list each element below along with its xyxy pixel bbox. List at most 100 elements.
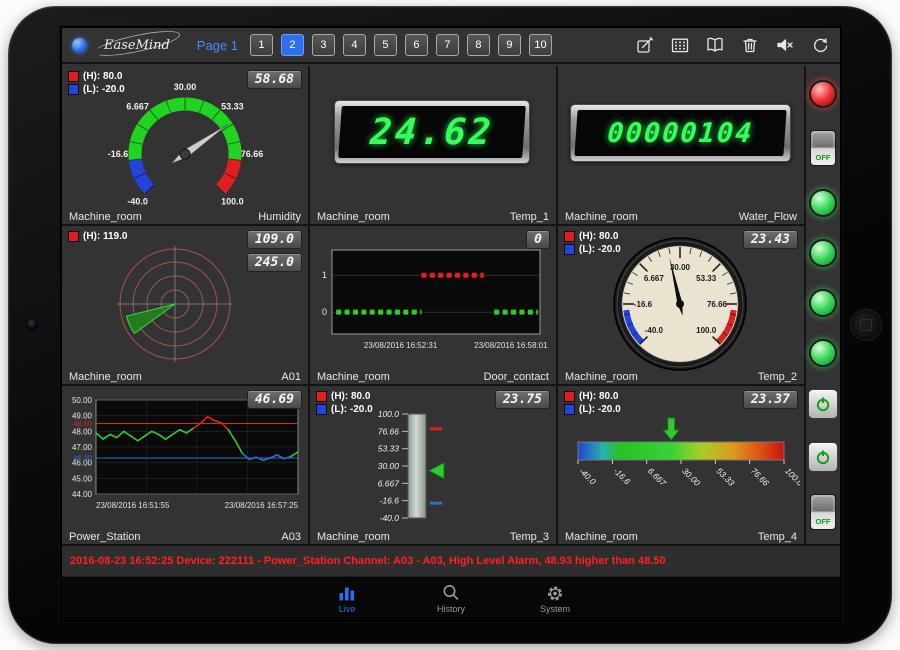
low-limit-swatch (68, 84, 79, 95)
widget-temp1-led[interactable]: 24.62 Machine_room Temp_1 (310, 66, 556, 224)
svg-text:53.33: 53.33 (221, 102, 244, 112)
high-limit-swatch (316, 391, 327, 402)
page-button-10[interactable]: 10 (529, 34, 552, 56)
easemind-logo: EaseMind (95, 38, 179, 53)
limits-legend: (H): 80.0 (L): -20.0 (564, 390, 621, 416)
widget-humidity-gauge[interactable]: (H): 80.0 (L): -20.0 58.68 -40.0-16.66.6… (62, 66, 308, 224)
limits-legend: (H): 119.0 (68, 230, 127, 243)
svg-text:23/08/2016 16:58:01: 23/08/2016 16:58:01 (474, 341, 548, 350)
widget-caption: Machine_room Temp_1 (317, 211, 549, 223)
svg-text:6.667: 6.667 (646, 466, 668, 488)
channel-name: A03 (281, 531, 301, 543)
widget-temp3-vertical-bar[interactable]: (H): 80.0 (L): -20.0 23.75 100.076.6653.… (310, 386, 556, 544)
widget-a03-trend[interactable]: 46.69 50.0049.0048.0047.0046.0045.0044.0… (62, 386, 308, 544)
svg-text:1: 1 (322, 270, 327, 280)
svg-text:30.00: 30.00 (378, 461, 400, 471)
svg-text:-16.6: -16.6 (612, 466, 633, 487)
refresh-icon[interactable] (810, 35, 830, 55)
channel-name: Door_contact (484, 371, 549, 383)
widget-grid: (H): 80.0 (L): -20.0 58.68 -40.0 -16.6 6.6… (62, 66, 804, 544)
widget-caption: Machine_room Water_Flow (565, 211, 797, 223)
widget-temp4-horizontal-bar[interactable]: (H): 80.0 (L): -20.0 23.37 -40.0 -16.6 6.6… (558, 386, 804, 544)
value-badge: 23.37 (743, 390, 798, 409)
svg-text:100.0: 100.0 (696, 326, 717, 335)
toggle-switch-off[interactable]: OFF (810, 130, 836, 166)
svg-text:47.00: 47.00 (72, 443, 93, 452)
svg-text:76.66: 76.66 (241, 149, 264, 159)
low-limit-swatch (316, 404, 327, 415)
connection-indicator[interactable] (72, 38, 87, 53)
widget-temp2-gauge[interactable]: (H): 80.0 (L): -20.0 23.43 -40.0-16.66.6… (558, 226, 804, 384)
widget-waterflow-counter[interactable]: 00000104 Machine_room Water_Flow (558, 66, 804, 224)
power-button[interactable] (808, 442, 838, 472)
svg-text:76.66: 76.66 (378, 426, 400, 436)
widget-a01-radar[interactable]: (H): 119.0 109.0 245.0 Machine_room A01 (62, 226, 308, 384)
value-badge-2: 245.0 (247, 253, 302, 272)
page-button-4[interactable]: 4 (343, 34, 366, 56)
green-pilot-light[interactable] (809, 239, 837, 267)
channel-name: Humidity (258, 211, 301, 223)
channel-name: Temp_1 (510, 211, 549, 223)
page-button-6[interactable]: 6 (405, 34, 428, 56)
page-button-3[interactable]: 3 (312, 34, 335, 56)
device-name: Machine_room (317, 371, 390, 383)
page-button-7[interactable]: 7 (436, 34, 459, 56)
bars-icon (340, 588, 355, 601)
svg-text:-16.6: -16.6 (634, 300, 653, 309)
low-limit-label: (L): -20.0 (331, 403, 373, 416)
widget-caption: Machine_room Door_contact (317, 371, 549, 383)
mute-icon[interactable] (775, 35, 795, 55)
value-badge: 46.69 (247, 390, 302, 409)
toggle-switch-off[interactable]: OFF (810, 494, 836, 530)
green-pilot-light[interactable] (809, 339, 837, 367)
svg-text:-40.0: -40.0 (577, 466, 598, 487)
value-badge: 58.68 (247, 70, 302, 89)
svg-text:48.00: 48.00 (72, 427, 93, 436)
device-name: Machine_room (69, 211, 142, 223)
power-button[interactable] (808, 389, 838, 419)
channel-name: Temp_2 (758, 371, 797, 383)
tab-live[interactable]: Live (319, 583, 375, 614)
vertical-level-bar: 100.076.6653.3330.006.667-16.6-40.0 (338, 404, 528, 532)
svg-text:23/08/2016 16:57:25: 23/08/2016 16:57:25 (225, 501, 299, 510)
home-button[interactable] (851, 310, 881, 340)
trash-icon[interactable] (740, 35, 760, 55)
book-icon[interactable] (705, 35, 725, 55)
svg-text:76.66: 76.66 (749, 466, 771, 488)
svg-text:46.30: 46.30 (73, 453, 92, 462)
red-pilot-light[interactable] (809, 80, 837, 108)
device-name: Machine_room (565, 531, 638, 543)
svg-text:100.0: 100.0 (783, 466, 800, 488)
widget-doorcontact-chart[interactable]: 0 1023/08/2016 16:52:3123/08/2016 16:58:… (310, 226, 556, 384)
green-pilot-light[interactable] (809, 289, 837, 317)
trend-chart: 50.0049.0048.0047.0046.0045.0044.0048.50… (64, 394, 306, 524)
high-limit-label: (H): 80.0 (83, 70, 122, 83)
page-button-2[interactable]: 2 (281, 34, 304, 56)
svg-text:6.667: 6.667 (644, 274, 665, 283)
svg-text:53.33: 53.33 (715, 466, 737, 488)
page-button-1[interactable]: 1 (250, 34, 273, 56)
channel-name: Water_Flow (739, 211, 797, 223)
value-badge: 23.75 (495, 390, 550, 409)
page-button-5[interactable]: 5 (374, 34, 397, 56)
value-badge: 0 (526, 230, 550, 249)
keypad-icon[interactable] (670, 35, 690, 55)
power-icon (814, 448, 832, 466)
svg-text:53.33: 53.33 (696, 274, 717, 283)
limits-legend: (H): 80.0 (L): -20.0 (68, 70, 125, 96)
channel-name: Temp_4 (758, 531, 797, 543)
svg-text:100.0: 100.0 (221, 196, 244, 206)
edit-icon[interactable] (635, 35, 655, 55)
led-value: 24.62 (338, 106, 526, 158)
page-button-9[interactable]: 9 (498, 34, 521, 56)
low-limit-label: (L): -20.0 (83, 83, 125, 96)
round-gauge: -40.0-16.66.66730.0053.3376.66100.0 (600, 232, 760, 376)
green-pilot-light[interactable] (809, 189, 837, 217)
high-limit-label: (H): 80.0 (331, 390, 370, 403)
power-icon (814, 395, 832, 413)
tab-system[interactable]: System (527, 583, 583, 614)
semicircle-gauge: -40.0-16.66.66730.0053.3376.66100.0 (70, 80, 300, 210)
svg-text:53.33: 53.33 (378, 444, 400, 454)
tab-history[interactable]: History (423, 583, 479, 614)
page-button-8[interactable]: 8 (467, 34, 490, 56)
